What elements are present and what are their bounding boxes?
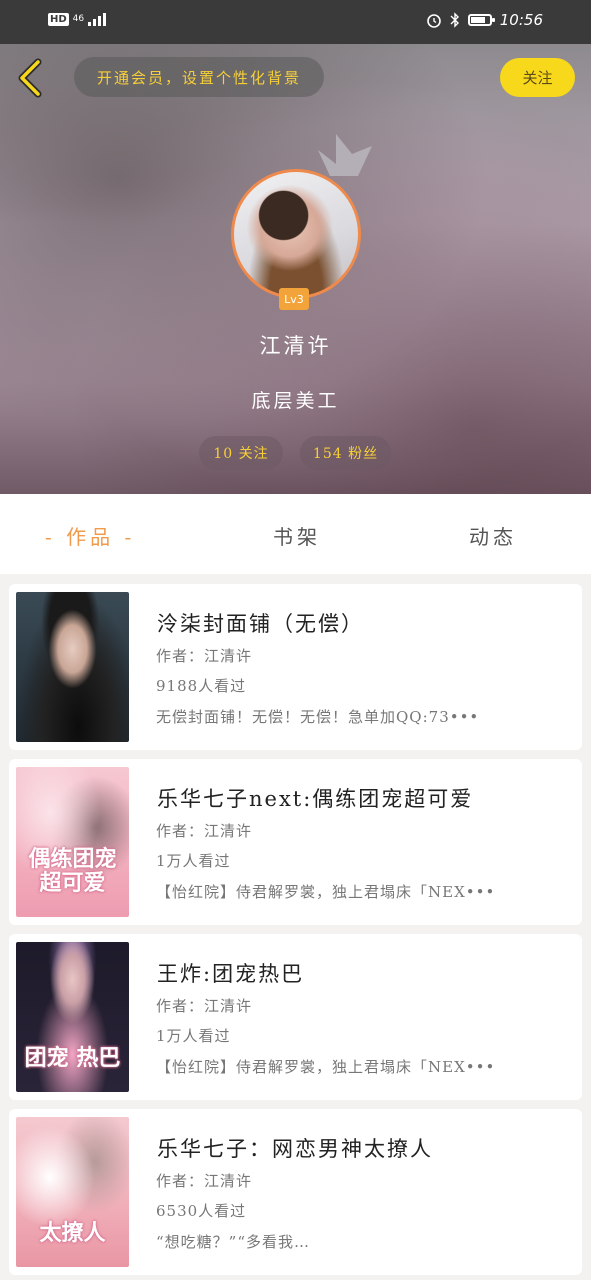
book-author: 作者：江清许 [156, 822, 253, 840]
list-item[interactable]: 团宠 热巴 王炸:团宠热巴 作者：江清许 1万人看过 【怡红院】侍君解罗裳，独上… [9, 934, 582, 1100]
list-item[interactable]: 太撩人 乐华七子：网恋男神太撩人 作者：江清许 6530人看过 “想吃糖？”“多… [9, 1109, 582, 1275]
cover-caption: 太撩人 [39, 1220, 106, 1246]
book-description: 【怡红院】侍君解罗裳，独上君塌床「NEX••• [156, 1058, 496, 1076]
list-item[interactable]: 泠柒封面铺（无偿） 作者：江清许 9188人看过 无偿封面铺！无偿！无偿！急单加… [9, 584, 582, 750]
book-description: 无偿封面铺！无偿！无偿！急单加QQ:73••• [156, 708, 480, 726]
tab-works[interactable]: - 作品 - [45, 521, 135, 550]
clock: 10:56 [499, 11, 543, 29]
battery-icon [467, 14, 495, 26]
book-author: 作者：江清许 [156, 1172, 253, 1190]
book-title: 乐华七子：网恋男神太撩人 [157, 1137, 433, 1161]
follow-button[interactable]: 关注 [500, 58, 575, 97]
book-cover: 团宠 热巴 [16, 942, 129, 1092]
fans-count-button[interactable]: 154 粉丝 [300, 436, 391, 470]
book-title: 乐华七子next:偶练团宠超可爱 [157, 787, 474, 811]
book-views: 1万人看过 [156, 1027, 231, 1045]
book-cover [16, 592, 129, 742]
cover-caption: 团宠 热巴 [24, 1045, 121, 1071]
book-description: 【怡红院】侍君解罗裳，独上君塌床「NEX••• [156, 883, 496, 901]
tab-bookshelf[interactable]: 书架 [273, 521, 321, 550]
alarm-icon [426, 14, 441, 28]
book-title: 王炸:团宠热巴 [157, 962, 305, 986]
username: 江清许 [259, 334, 332, 358]
avatar[interactable] [231, 169, 361, 299]
tab-feed[interactable]: 动态 [469, 521, 517, 550]
status-left: HD 46 [48, 12, 107, 26]
book-views: 9188人看过 [156, 677, 247, 695]
back-button[interactable] [14, 58, 48, 98]
book-description: “想吃糖？”“多看我… [156, 1233, 311, 1251]
vip-background-button[interactable]: 开通会员，设置个性化背景 [74, 57, 324, 97]
profile-tabs: - 作品 - 书架 动态 [0, 494, 591, 574]
book-cover: 太撩人 [16, 1117, 129, 1267]
hd-icon: HD [48, 12, 69, 26]
user-title: 底层美工 [251, 390, 340, 412]
book-views: 6530人看过 [156, 1202, 247, 1220]
level-badge: Lv3 [279, 288, 309, 310]
cover-caption: 偶练团宠 超可爱 [28, 846, 117, 896]
network-label: 46 [72, 13, 85, 24]
bluetooth-icon [450, 12, 459, 28]
status-right: 10:56 [426, 11, 543, 29]
profile-header: 开通会员，设置个性化背景 关注 Lv3 江清许 底层美工 10 关注 154 粉… [0, 44, 591, 494]
signal-icon [88, 12, 107, 26]
list-item[interactable]: 偶练团宠 超可爱 乐华七子next:偶练团宠超可爱 作者：江清许 1万人看过 【… [9, 759, 582, 925]
chevron-left-icon [18, 58, 42, 98]
following-count-button[interactable]: 10 关注 [199, 436, 283, 470]
book-views: 1万人看过 [156, 852, 231, 870]
crown-icon [318, 134, 372, 176]
book-author: 作者：江清许 [156, 647, 253, 665]
book-title: 泠柒封面铺（无偿） [157, 612, 364, 636]
status-bar: HD 46 10:56 [0, 0, 591, 44]
book-cover: 偶练团宠 超可爱 [16, 767, 129, 917]
book-author: 作者：江清许 [156, 997, 253, 1015]
